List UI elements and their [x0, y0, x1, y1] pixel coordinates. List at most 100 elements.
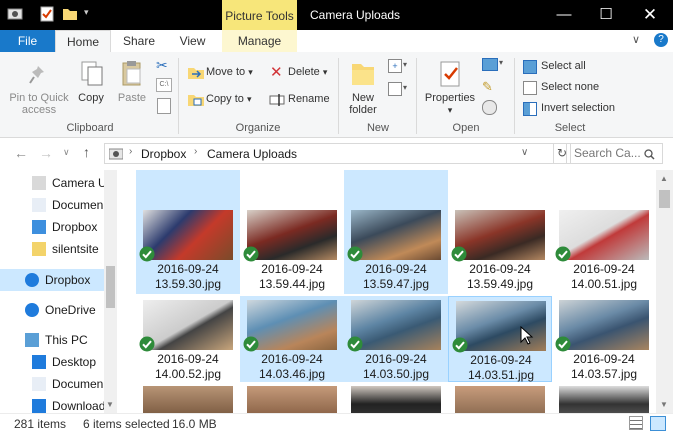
content-scroll-thumb[interactable] — [659, 190, 670, 208]
image-thumbnail — [559, 300, 649, 350]
scroll-down-icon[interactable]: ▼ — [660, 400, 668, 409]
nav-item[interactable]: Dropbox — [0, 269, 104, 291]
select-group-label: Select — [554, 122, 586, 134]
open-with-icon[interactable] — [482, 58, 498, 71]
nav-item[interactable]: Documen — [0, 373, 104, 395]
selection-count: 6 items selected — [83, 417, 170, 431]
content-scrollbar[interactable]: ▲ ▼ — [656, 170, 673, 413]
nav-item-label: Documen — [52, 198, 104, 212]
file-name: 2016-09-24 14.03.51.jpg — [449, 353, 553, 383]
folder-icon — [32, 242, 46, 256]
navigation-scrollbar[interactable]: ▼ — [104, 170, 117, 413]
invert-selection-button[interactable]: Invert selection — [541, 102, 615, 114]
copy-button[interactable]: Copy — [76, 92, 106, 104]
paste-button[interactable]: Paste — [115, 92, 149, 104]
file-item[interactable]: 2016-09-24 13.59.30.jpg — [136, 170, 240, 294]
file-item[interactable]: 2016-09-24 13.59.44.jpg — [240, 170, 344, 294]
nav-item[interactable]: Dropbox — [0, 216, 104, 238]
copy-path-icon[interactable]: C:\ — [156, 78, 172, 92]
sync-status-icon — [243, 246, 259, 262]
file-item[interactable]: 2016-09-24 14.03.50.jpg — [344, 296, 448, 382]
tab-file[interactable]: File — [0, 30, 55, 52]
details-view-icon[interactable] — [629, 416, 643, 430]
forward-icon[interactable]: → — [39, 145, 53, 161]
tab-view[interactable]: View — [165, 30, 220, 52]
back-icon[interactable]: ← — [14, 145, 28, 161]
file-item[interactable]: 2016-09-24 14.03.46.jpg — [240, 296, 344, 382]
properties-button[interactable]: Properties ▾ — [422, 92, 478, 116]
breadcrumb-camera-uploads[interactable]: Camera Uploads — [207, 147, 297, 161]
file-name: 2016-09-24 13.59.47.jpg — [344, 262, 448, 292]
file-item[interactable]: 2016-09-24 14.03.51.jpg — [448, 296, 552, 382]
nav-item[interactable]: Documen — [0, 194, 104, 216]
image-thumbnail[interactable] — [143, 386, 233, 413]
maximize-icon[interactable]: ☐ — [586, 0, 626, 30]
navigation-scroll-thumb[interactable] — [106, 266, 115, 308]
file-name-line1: 2016-09-24 — [573, 352, 635, 366]
cut-icon[interactable]: ✂ — [156, 57, 168, 74]
customize-quick-access-icon[interactable]: ▾ — [84, 7, 100, 23]
move-to-label: Move to — [206, 66, 246, 78]
close-icon[interactable]: ✕ — [630, 0, 670, 30]
select-none-button[interactable]: Select none — [541, 81, 599, 93]
new-folder-icon — [352, 64, 374, 85]
delete-button[interactable]: Delete ▾ — [288, 66, 327, 78]
image-thumbnail[interactable] — [559, 386, 649, 413]
chevron-down-icon: ▾ — [499, 58, 504, 67]
breadcrumb-dropbox[interactable]: Dropbox — [141, 147, 186, 161]
organize-group-label: Organize — [235, 122, 281, 134]
pin-to-quick-access-button[interactable]: Pin to Quick access — [6, 92, 72, 116]
nav-item[interactable]: This PC — [0, 329, 104, 351]
new-item-icon[interactable]: + — [388, 59, 402, 73]
tab-share[interactable]: Share — [113, 30, 165, 52]
move-to-button[interactable]: Move to ▾ — [206, 66, 253, 78]
file-item[interactable]: 2016-09-24 13.59.47.jpg — [344, 170, 448, 294]
nav-item[interactable]: Desktop — [0, 351, 104, 373]
new-folder-quick-access-icon[interactable] — [62, 6, 78, 22]
nav-item[interactable]: Download — [0, 395, 104, 413]
recent-locations-icon[interactable]: ∨ — [63, 147, 70, 158]
address-dropdown-icon[interactable]: ∨ — [521, 147, 528, 158]
paste-shortcut-icon[interactable] — [157, 98, 171, 114]
file-item[interactable]: 2016-09-24 14.00.51.jpg — [552, 170, 656, 294]
nav-item[interactable]: Camera U — [0, 172, 104, 194]
file-name: 2016-09-24 14.03.50.jpg — [344, 352, 448, 382]
properties-quick-access-icon[interactable] — [39, 6, 55, 22]
file-item[interactable]: 2016-09-24 14.03.57.jpg — [552, 296, 656, 382]
history-icon[interactable] — [482, 100, 497, 115]
large-icons-view-icon[interactable] — [650, 416, 666, 431]
picture-tools-context-tab: Picture Tools — [222, 0, 297, 30]
image-thumbnail[interactable] — [455, 386, 545, 413]
image-thumbnail[interactable] — [247, 386, 337, 413]
minimize-icon[interactable]: — — [544, 0, 584, 30]
file-name-line1: 2016-09-24 — [261, 352, 323, 366]
properties-label: Properties — [424, 92, 476, 104]
item-count: 281 items — [14, 417, 67, 431]
copy-to-button[interactable]: Copy to ▾ — [206, 93, 252, 105]
file-item[interactable]: 2016-09-24 14.00.52.jpg — [136, 296, 240, 382]
file-item[interactable]: 2016-09-24 13.59.49.jpg — [448, 170, 552, 294]
pin-label-line2: access — [21, 104, 57, 116]
edit-icon[interactable]: ✎ — [482, 79, 493, 95]
image-thumbnail[interactable] — [351, 386, 441, 413]
up-icon[interactable]: ↑ — [83, 144, 90, 160]
nav-item[interactable]: OneDrive — [0, 299, 104, 321]
scroll-down-icon[interactable]: ▼ — [106, 400, 114, 409]
easy-access-icon[interactable] — [388, 82, 402, 96]
address-bar[interactable]: › Dropbox › Camera Uploads ∨ — [104, 143, 554, 164]
tab-manage[interactable]: Manage — [222, 30, 297, 52]
copy-to-icon — [188, 95, 204, 106]
file-name: 2016-09-24 14.00.51.jpg — [552, 262, 656, 292]
nav-item[interactable]: silentsite — [0, 238, 104, 260]
select-all-button[interactable]: Select all — [541, 60, 586, 72]
collapse-ribbon-icon[interactable]: ∨ — [632, 33, 640, 46]
scroll-up-icon[interactable]: ▲ — [660, 174, 668, 183]
tab-home[interactable]: Home — [55, 30, 111, 53]
rename-button[interactable]: Rename — [288, 93, 330, 105]
help-icon[interactable]: ? — [654, 33, 668, 47]
new-folder-button[interactable]: New folder — [343, 92, 383, 116]
nav-item-label: Download — [52, 399, 104, 413]
nav-item-label: Camera U — [52, 176, 104, 190]
file-name-line1: 2016-09-24 — [470, 353, 532, 367]
chevron-down-icon: ▾ — [403, 60, 408, 69]
